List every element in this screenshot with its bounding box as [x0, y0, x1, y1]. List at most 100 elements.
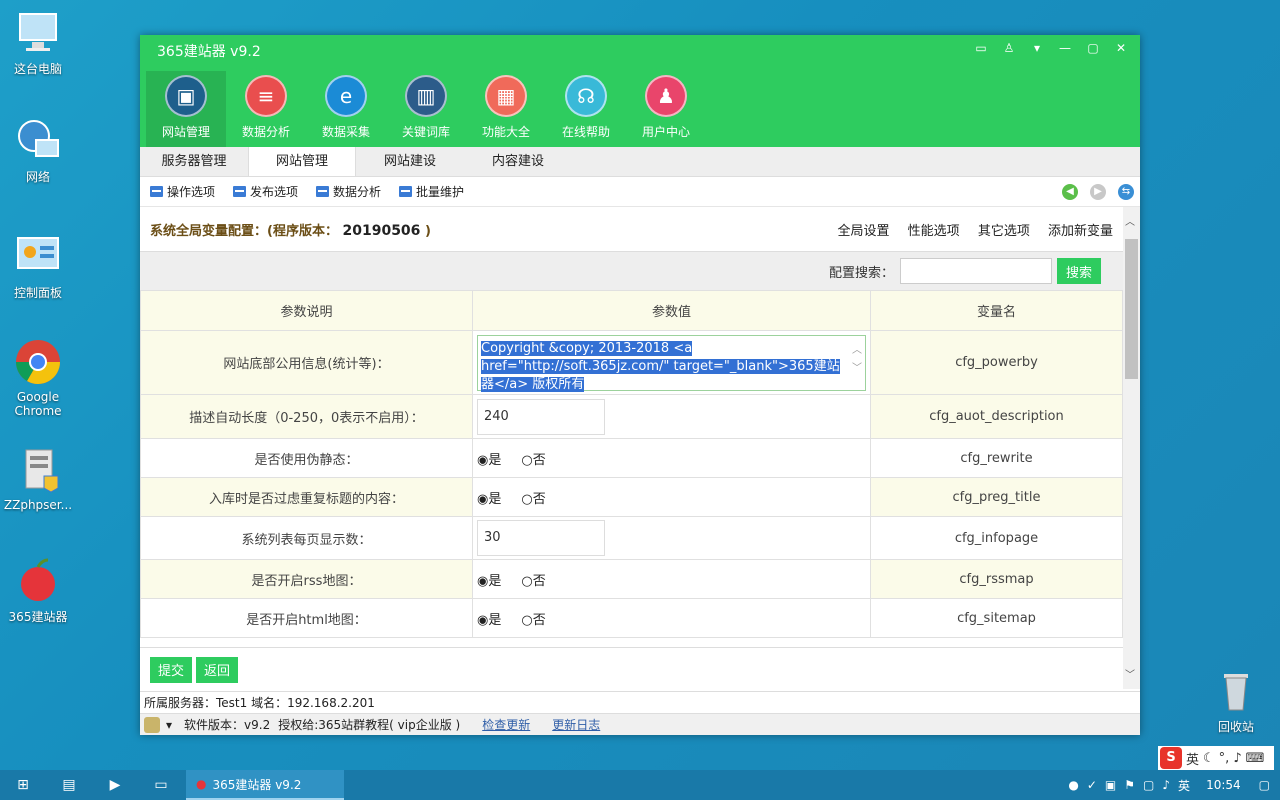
desktop-icon-network[interactable]: 网络: [2, 116, 74, 185]
var-name: cfg_infopage: [870, 516, 1123, 560]
apple-icon: ●: [196, 777, 207, 791]
link-other-options[interactable]: 其它选项: [978, 224, 1030, 239]
tab-site-building[interactable]: 网站建设: [356, 147, 464, 176]
punctuation-icon[interactable]: °,: [1219, 751, 1230, 766]
radio-yes[interactable]: ◉是: [477, 453, 511, 468]
toolbar-data-analysis[interactable]: 数据分析: [316, 183, 381, 200]
check-update-link[interactable]: 检查更新: [482, 716, 530, 733]
module-nav: ▣ 网站管理 ≡ 数据分析 e 数据采集 ▥ 关键词库 ▦ 功能大全 ☊ 在线帮…: [146, 71, 706, 147]
gear-icon[interactable]: [144, 716, 160, 733]
link-add-variable[interactable]: 添加新变量: [1048, 224, 1113, 239]
moon-icon[interactable]: ☾: [1203, 751, 1215, 766]
powerby-textarea[interactable]: Copyright &copy; 2013-2018 <a href="http…: [477, 334, 866, 392]
sogou-icon[interactable]: S: [1160, 747, 1182, 769]
flag-icon[interactable]: ⚑: [1124, 778, 1135, 792]
desktop-icon-label: 回收站: [1217, 720, 1254, 734]
toolbar-operation-options[interactable]: 操作选项: [150, 183, 215, 200]
radio-yes[interactable]: ◉是: [477, 574, 511, 589]
app-window: 365建站器 v9.2 ▭ ♙ ▾ — ▢ ✕ ▣ 网站管理 ≡ 数据分析 e …: [140, 35, 1140, 735]
module-data-collection[interactable]: e 数据采集: [306, 71, 386, 147]
powershell-icon[interactable]: ▶: [92, 770, 138, 800]
desktop-icon-recycle-bin[interactable]: 回收站: [1200, 666, 1272, 735]
textarea-scroll-icon[interactable]: ︿ ﹀: [852, 342, 862, 378]
param-desc: 描述自动长度（0-250，0表示不启用）：: [140, 394, 473, 439]
notification-icon[interactable]: ▢: [1259, 778, 1270, 792]
module-online-help[interactable]: ☊ 在线帮助: [546, 71, 626, 147]
windows-start-icon[interactable]: ⊞: [0, 770, 46, 800]
param-value-cell: 240: [472, 394, 871, 439]
scroll-thumb[interactable]: [1125, 239, 1138, 379]
module-feature-list[interactable]: ▦ 功能大全: [466, 71, 546, 147]
window-controls: ▭ ♙ ▾ — ▢ ✕: [972, 39, 1130, 57]
form-actions: 提交 返回: [140, 647, 1123, 691]
desktop-icon-365jianzhanqi[interactable]: 365建站器: [2, 556, 74, 625]
param-value-cell: Copyright &copy; 2013-2018 <a href="http…: [472, 330, 871, 395]
database-icon: ≡: [245, 75, 287, 117]
module-label: 网站管理: [161, 125, 210, 139]
radio-no[interactable]: ○否: [521, 453, 555, 468]
items-per-page-input[interactable]: 30: [477, 520, 605, 556]
link-performance-options[interactable]: 性能选项: [908, 224, 960, 239]
var-name: cfg_rssmap: [870, 559, 1123, 599]
changelog-link[interactable]: 更新日志: [552, 716, 600, 733]
server-manager-icon[interactable]: ▤: [46, 770, 92, 800]
scroll-down-icon[interactable]: ﹀: [1125, 666, 1135, 681]
file-explorer-icon[interactable]: ▭: [138, 770, 184, 800]
module-data-analysis[interactable]: ≡ 数据分析: [226, 71, 306, 147]
description-length-input[interactable]: 240: [477, 398, 605, 435]
module-user-center[interactable]: ♟ 用户中心: [626, 71, 706, 147]
apple-tray-icon[interactable]: ●: [1068, 778, 1078, 792]
desktop-icon-chrome[interactable]: Google Chrome: [2, 338, 74, 418]
network-off-icon[interactable]: ▢: [1143, 778, 1154, 792]
chat-icon[interactable]: ▭: [972, 39, 990, 57]
param-value-cell: ◉是 ○否: [472, 477, 871, 517]
tab-site-management[interactable]: 网站管理: [248, 147, 356, 176]
dropdown-icon[interactable]: ▾: [166, 718, 172, 732]
recycle-bin-icon: [1212, 666, 1260, 714]
keyboard-icon[interactable]: ⌨: [1246, 751, 1265, 766]
close-icon[interactable]: ✕: [1112, 39, 1130, 57]
column-header: 变量名: [870, 290, 1123, 331]
volume-icon[interactable]: ♪: [1162, 778, 1170, 792]
refresh-icon[interactable]: ⇆: [1118, 184, 1134, 200]
voice-icon[interactable]: ♪: [1233, 751, 1241, 766]
submit-button[interactable]: 提交: [150, 656, 193, 683]
search-input[interactable]: [900, 258, 1052, 284]
browser-icon: e: [325, 75, 367, 117]
desktop-icon-zzphpserver[interactable]: ZZphpser...: [2, 446, 74, 512]
radio-no[interactable]: ○否: [521, 613, 555, 628]
ime-language[interactable]: 英: [1186, 749, 1199, 768]
toolbar-publish-options[interactable]: 发布选项: [233, 183, 298, 200]
minimize-icon[interactable]: —: [1056, 39, 1074, 57]
table-row: 入库时是否过虑重复标题的内容： ◉是 ○否 cfg_preg_title: [140, 477, 1123, 517]
desktop-icon-control-panel[interactable]: 控制面板: [2, 232, 74, 301]
ime-toolbar: S 英 ☾ °, ♪ ⌨: [1158, 746, 1274, 770]
tab-server-management[interactable]: 服务器管理: [140, 147, 248, 176]
shield-icon[interactable]: ✓: [1087, 778, 1097, 792]
radio-no[interactable]: ○否: [521, 574, 555, 589]
back-button[interactable]: 返回: [196, 656, 239, 683]
toolbar-batch-maintenance[interactable]: 批量维护: [399, 183, 464, 200]
tray-language[interactable]: 英: [1178, 777, 1190, 794]
link-global-settings[interactable]: 全局设置: [838, 224, 890, 239]
module-keyword-library[interactable]: ▥ 关键词库: [386, 71, 466, 147]
security-icon[interactable]: ▣: [1105, 778, 1116, 792]
module-site-management[interactable]: ▣ 网站管理: [146, 71, 226, 147]
desktop-icon-this-pc[interactable]: 这台电脑: [2, 8, 74, 77]
taskbar-app-365jianzhanqi[interactable]: ● 365建站器 v9.2: [186, 770, 344, 800]
radio-yes[interactable]: ◉是: [477, 492, 511, 507]
back-arrow-icon[interactable]: ◀: [1062, 184, 1078, 200]
column-header: 参数值: [472, 290, 871, 331]
search-button[interactable]: 搜索: [1057, 258, 1101, 284]
scroll-up-icon[interactable]: ︿: [1125, 213, 1135, 228]
config-table: 参数说明 参数值 变量名 网站底部公用信息(统计等)： Copyright &c…: [140, 290, 1123, 638]
tab-content-building[interactable]: 内容建设: [464, 147, 572, 176]
vertical-scrollbar[interactable]: ︿ ﹀: [1123, 207, 1140, 689]
radio-yes[interactable]: ◉是: [477, 613, 511, 628]
skin-icon[interactable]: ♙: [1000, 39, 1018, 57]
maximize-icon[interactable]: ▢: [1084, 39, 1102, 57]
radio-no[interactable]: ○否: [521, 492, 555, 507]
clock[interactable]: 10:54: [1206, 778, 1241, 792]
menu-icon[interactable]: ▾: [1028, 39, 1046, 57]
forward-arrow-icon[interactable]: ▶: [1090, 184, 1106, 200]
